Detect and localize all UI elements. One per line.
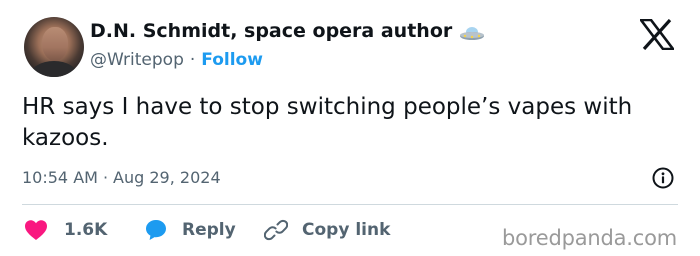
watermark: boredpanda.com <box>502 226 678 250</box>
handle-separator: · <box>189 50 196 70</box>
copy-link-label: Copy link <box>302 220 391 240</box>
tweet-time: 10:54 AM <box>22 168 98 187</box>
tweet-date: Aug 29, 2024 <box>113 168 221 187</box>
reply-button[interactable]: Reply <box>144 218 236 242</box>
heart-icon <box>25 220 47 240</box>
copy-link-button[interactable]: Copy link <box>264 218 390 242</box>
tweet-text: HR says I have to stop switching people’… <box>22 94 633 151</box>
reply-bubble-icon <box>146 220 166 240</box>
author-display-name[interactable]: D.N. Schmidt, space opera author <box>90 20 452 42</box>
avatar-shoulders <box>30 61 78 77</box>
like-count: 1.6K <box>64 220 108 240</box>
link-icon <box>264 219 288 241</box>
divider <box>22 204 678 205</box>
avatar[interactable] <box>24 17 84 77</box>
x-logo-icon[interactable] <box>640 19 674 50</box>
follow-button[interactable]: Follow <box>201 50 263 70</box>
reply-label: Reply <box>182 220 236 240</box>
ufo-icon <box>460 27 484 40</box>
handle-row: @Writepop · Follow <box>90 50 263 70</box>
tweet-timestamp[interactable]: 10:54 AM · Aug 29, 2024 <box>22 168 221 187</box>
like-button[interactable]: 1.6K <box>24 218 107 242</box>
avatar-face <box>42 27 68 61</box>
info-icon[interactable] <box>652 167 674 189</box>
author-handle[interactable]: @Writepop <box>90 50 184 70</box>
timestamp-separator: · <box>102 168 109 187</box>
